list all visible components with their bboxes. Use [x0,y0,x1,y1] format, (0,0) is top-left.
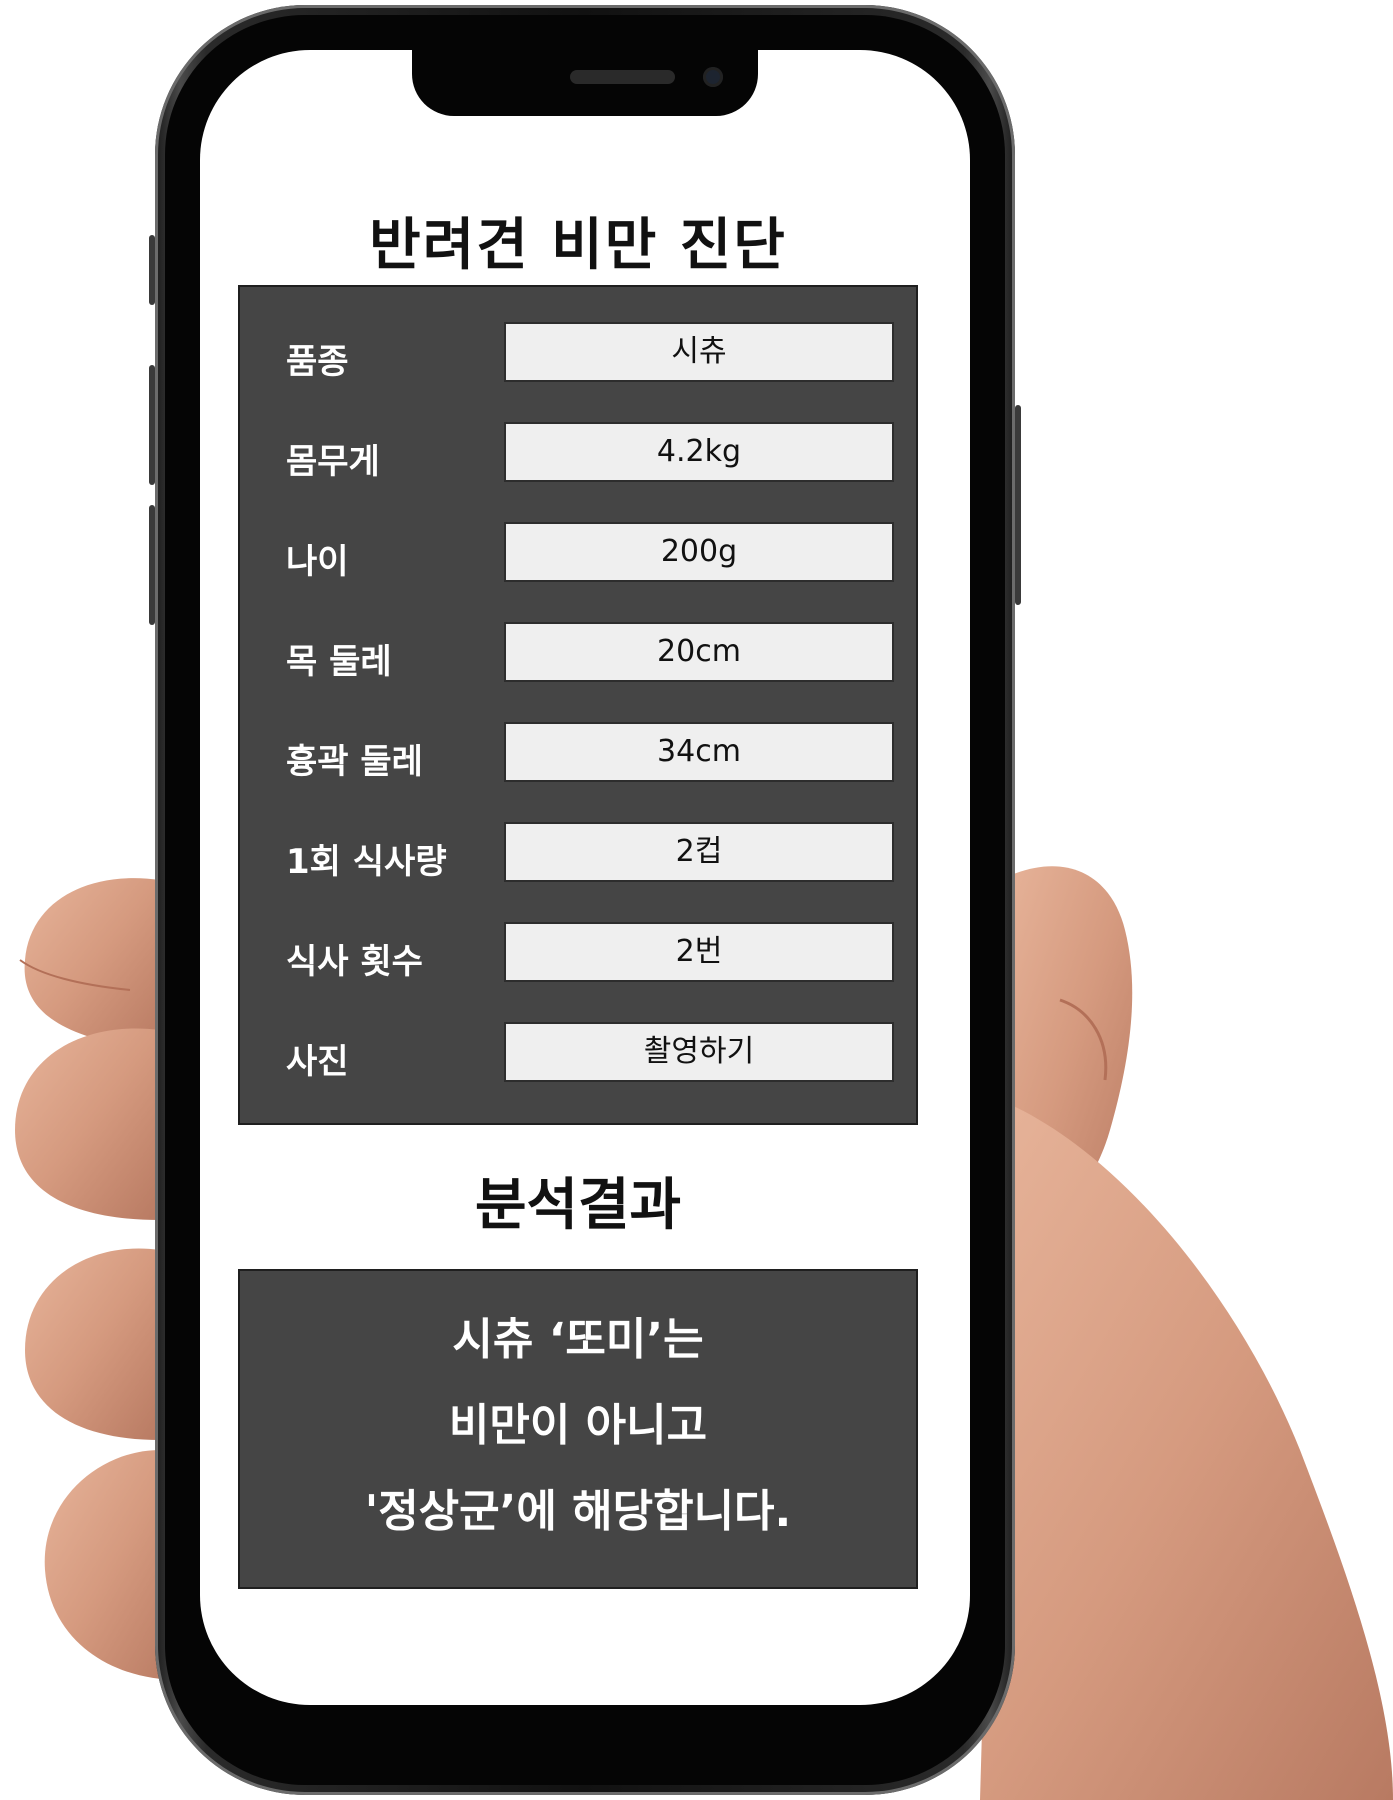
form-row-meal-count: 식사 횟수 2번 [240,922,920,986]
speaker-grille [570,70,675,84]
meal-count-label: 식사 횟수 [286,942,423,982]
form-row-chest: 흉곽 둘레 34cm [240,722,920,786]
mute-switch [149,235,155,305]
form-row-weight: 몸무게 4.2kg [240,422,920,486]
breed-label: 품종 [286,342,349,382]
form-row-age: 나이 200g [240,522,920,586]
front-camera-icon [703,67,723,87]
form-row-photo: 사진 촬영하기 [240,1022,920,1086]
power-button [1015,405,1021,605]
weight-field[interactable]: 4.2kg [504,422,894,482]
phone-frame: 반려견 비만 진단 품종 시츄 몸무게 4.2kg 나이 200g 목 둘레 2… [149,5,1021,1795]
meal-count-field[interactable]: 2번 [504,922,894,982]
chest-girth-field[interactable]: 34cm [504,722,894,782]
result-panel: 시츄 ‘또미’는 비만이 아니고 '정상군’에 해당합니다. [238,1269,918,1589]
phone-screen: 반려견 비만 진단 품종 시츄 몸무게 4.2kg 나이 200g 목 둘레 2… [200,50,970,1705]
weight-label: 몸무게 [286,442,380,482]
meal-amount-label: 1회 식사량 [286,842,447,882]
form-row-neck: 목 둘레 20cm [240,622,920,686]
result-section-title: 분석결과 [474,1173,682,1238]
meal-amount-field[interactable]: 2컵 [504,822,894,882]
form-row-meal-amount: 1회 식사량 2컵 [240,822,920,886]
result-line-3: '정상군’에 해당합니다. [364,1486,792,1537]
chest-girth-label: 흉곽 둘레 [286,742,423,782]
age-field[interactable]: 200g [504,522,894,582]
breed-field[interactable]: 시츄 [504,322,894,382]
result-line-1: 시츄 ‘또미’는 [452,1314,704,1365]
diagnosis-form: 품종 시츄 몸무게 4.2kg 나이 200g 목 둘레 20cm 흉곽 둘레 … [238,285,918,1125]
age-label: 나이 [286,542,349,582]
volume-up-button [149,365,155,485]
form-row-breed: 품종 시츄 [240,322,920,386]
neck-girth-field[interactable]: 20cm [504,622,894,682]
photo-label: 사진 [286,1042,349,1082]
volume-down-button [149,505,155,625]
result-line-2: 비만이 아니고 [448,1400,708,1451]
notch [412,50,758,116]
neck-girth-label: 목 둘레 [286,642,392,682]
take-photo-button[interactable]: 촬영하기 [504,1022,894,1082]
page-title: 반려견 비만 진단 [369,213,787,278]
